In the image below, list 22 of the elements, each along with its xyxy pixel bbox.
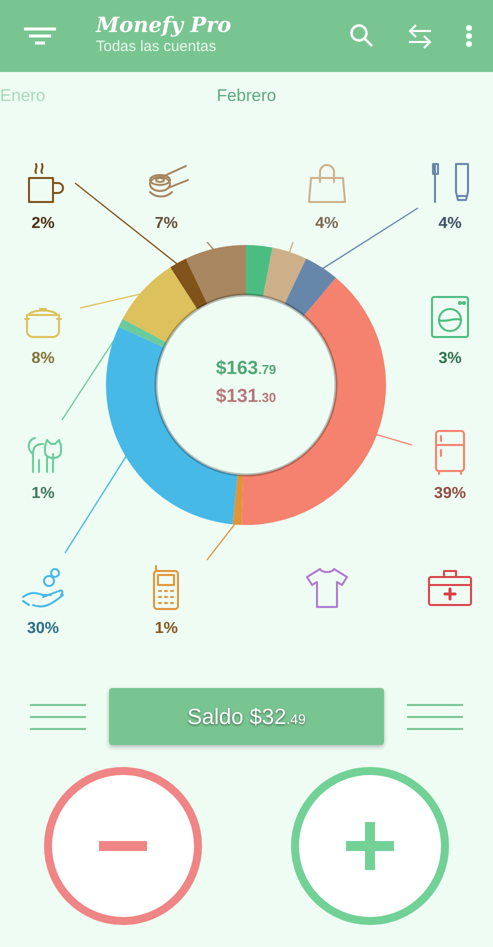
balance-button[interactable]: Saldo $32.49 [109, 688, 384, 745]
category-percent: 4% [315, 214, 338, 234]
category-percent: 4% [438, 214, 462, 234]
category-percent: 1% [31, 484, 55, 504]
swap-arrows-icon [407, 23, 433, 49]
category-percent: 39% [434, 484, 466, 504]
category-percent: 1% [154, 619, 178, 639]
more-icon [465, 24, 473, 48]
income-total: $163.79 [214, 357, 278, 381]
account-subtitle[interactable]: Todas las cuentas [96, 36, 345, 59]
minus-icon [99, 841, 147, 851]
category-percent: 7% [154, 214, 178, 234]
category-percent: 8% [31, 349, 55, 369]
app-title: Monefy Pro [96, 13, 232, 36]
category-percent: 30% [26, 619, 60, 639]
category-percent: 2% [31, 214, 55, 234]
plus-icon [344, 820, 396, 872]
expense-total: $131.30 [214, 384, 278, 409]
search-icon [349, 23, 375, 49]
category-percent: 3% [438, 349, 462, 369]
month-tab[interactable]: Enero [0, 83, 46, 109]
month-tab[interactable]: Febrero [216, 83, 276, 109]
